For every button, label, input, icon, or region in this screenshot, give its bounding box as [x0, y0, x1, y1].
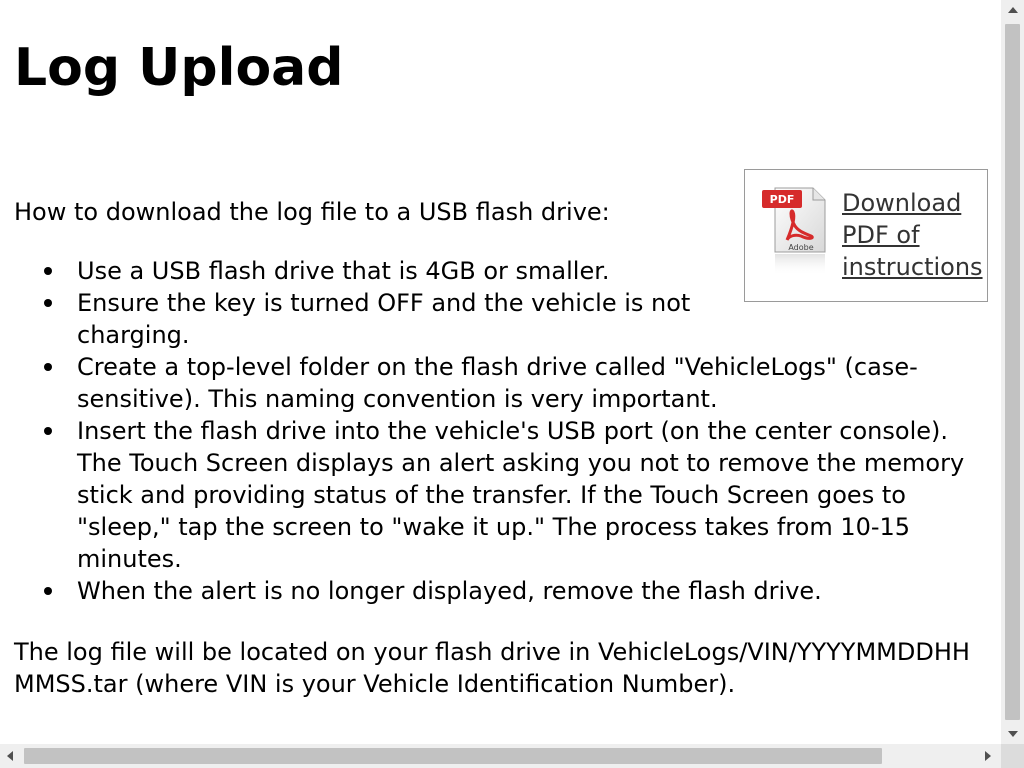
vertical-scrollbar[interactable]	[1001, 0, 1024, 744]
list-item: When the alert is no longer displayed, r…	[44, 575, 989, 607]
vertical-scrollbar-thumb[interactable]	[1005, 24, 1020, 720]
svg-text:Adobe: Adobe	[788, 243, 813, 252]
list-item: Insert the flash drive into the vehicle'…	[44, 415, 989, 575]
log-location-text: The log file will be located on your fla…	[14, 638, 970, 698]
page-viewport: Log Upload PDF Adobe Download PDF of ins…	[0, 0, 1001, 744]
page-title: Log Upload	[14, 38, 344, 98]
list-item: Create a top-level folder on the flash d…	[44, 351, 989, 415]
scroll-right-arrow-icon[interactable]	[985, 751, 991, 761]
scroll-up-arrow-icon[interactable]	[1008, 7, 1018, 13]
horizontal-scrollbar[interactable]	[0, 744, 1001, 768]
intro-text: How to download the log file to a USB fl…	[14, 198, 610, 226]
list-item: Use a USB flash drive that is 4GB or sma…	[44, 255, 737, 287]
scroll-down-arrow-icon[interactable]	[1008, 731, 1018, 737]
steps-list: Use a USB flash drive that is 4GB or sma…	[14, 255, 989, 607]
scrollbar-corner	[1001, 744, 1024, 768]
list-item: Ensure the key is turned OFF and the veh…	[44, 287, 737, 351]
svg-text:PDF: PDF	[770, 193, 795, 206]
horizontal-scrollbar-thumb[interactable]	[24, 748, 882, 764]
scroll-left-arrow-icon[interactable]	[7, 751, 13, 761]
